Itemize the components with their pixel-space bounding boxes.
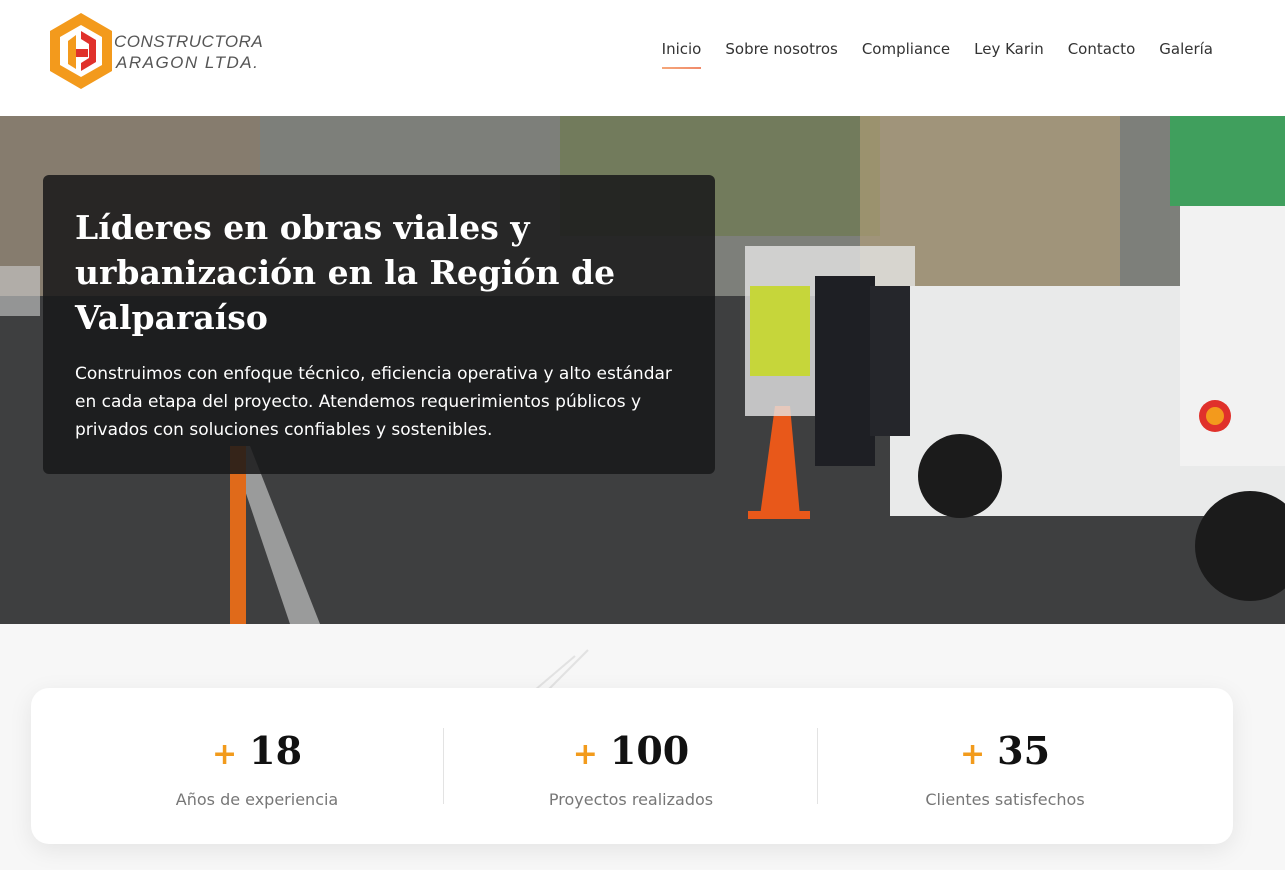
stat-value: +18: [107, 728, 407, 778]
stat-label: Proyectos realizados: [548, 790, 714, 809]
logo-wordmark: CONSTRUCTORA ARAGON LTDA.: [114, 31, 263, 73]
logo-line-2: ARAGON LTDA.: [116, 53, 260, 72]
hero-section: Líderes en obras viales y urbanización e…: [0, 116, 1285, 624]
company-logo[interactable]: CONSTRUCTORA ARAGON LTDA.: [46, 11, 263, 93]
stat-experience: +18 Años de experiencia: [107, 728, 407, 809]
stat-value: +100: [481, 728, 781, 778]
stat-label: Años de experiencia: [175, 790, 339, 809]
stat-plus: +: [959, 737, 986, 772]
stats-card: +18 Años de experiencia +100 Proyectos r…: [31, 688, 1233, 844]
hero-card: Líderes en obras viales y urbanización e…: [43, 175, 715, 474]
nav-compliance[interactable]: Compliance: [862, 40, 950, 66]
logo-line-1: CONSTRUCTORA: [114, 32, 264, 51]
nav-sobre-nosotros[interactable]: Sobre nosotros: [725, 40, 837, 66]
stat-plus: +: [211, 737, 238, 772]
stat-number: 18: [249, 728, 303, 773]
nav-galeria[interactable]: Galería: [1159, 40, 1213, 66]
site-header: CONSTRUCTORA ARAGON LTDA. Inicio Sobre n…: [0, 0, 1285, 116]
hero-description: Construimos con enfoque técnico, eficien…: [75, 364, 672, 440]
stat-value: +35: [855, 728, 1155, 778]
nav-ley-karin[interactable]: Ley Karin: [974, 40, 1044, 66]
nav-contacto[interactable]: Contacto: [1068, 40, 1136, 66]
stat-number: 100: [609, 728, 690, 773]
nav-inicio[interactable]: Inicio: [661, 40, 701, 69]
stat-projects: +100 Proyectos realizados: [481, 728, 781, 809]
stat-plus: +: [572, 737, 598, 772]
stat-divider: [443, 728, 444, 804]
hero-title: Líderes en obras viales y urbanización e…: [75, 208, 616, 337]
stat-divider: [817, 728, 818, 804]
decorative-lines-icon: [534, 649, 589, 691]
logo-hexagon-icon: [50, 13, 112, 89]
main-nav: Inicio Sobre nosotros Compliance Ley Kar…: [661, 40, 1213, 69]
stat-number: 35: [997, 728, 1051, 773]
stat-label: Clientes satisfechos: [925, 790, 1085, 809]
stat-clients: +35 Clientes satisfechos: [855, 728, 1155, 809]
